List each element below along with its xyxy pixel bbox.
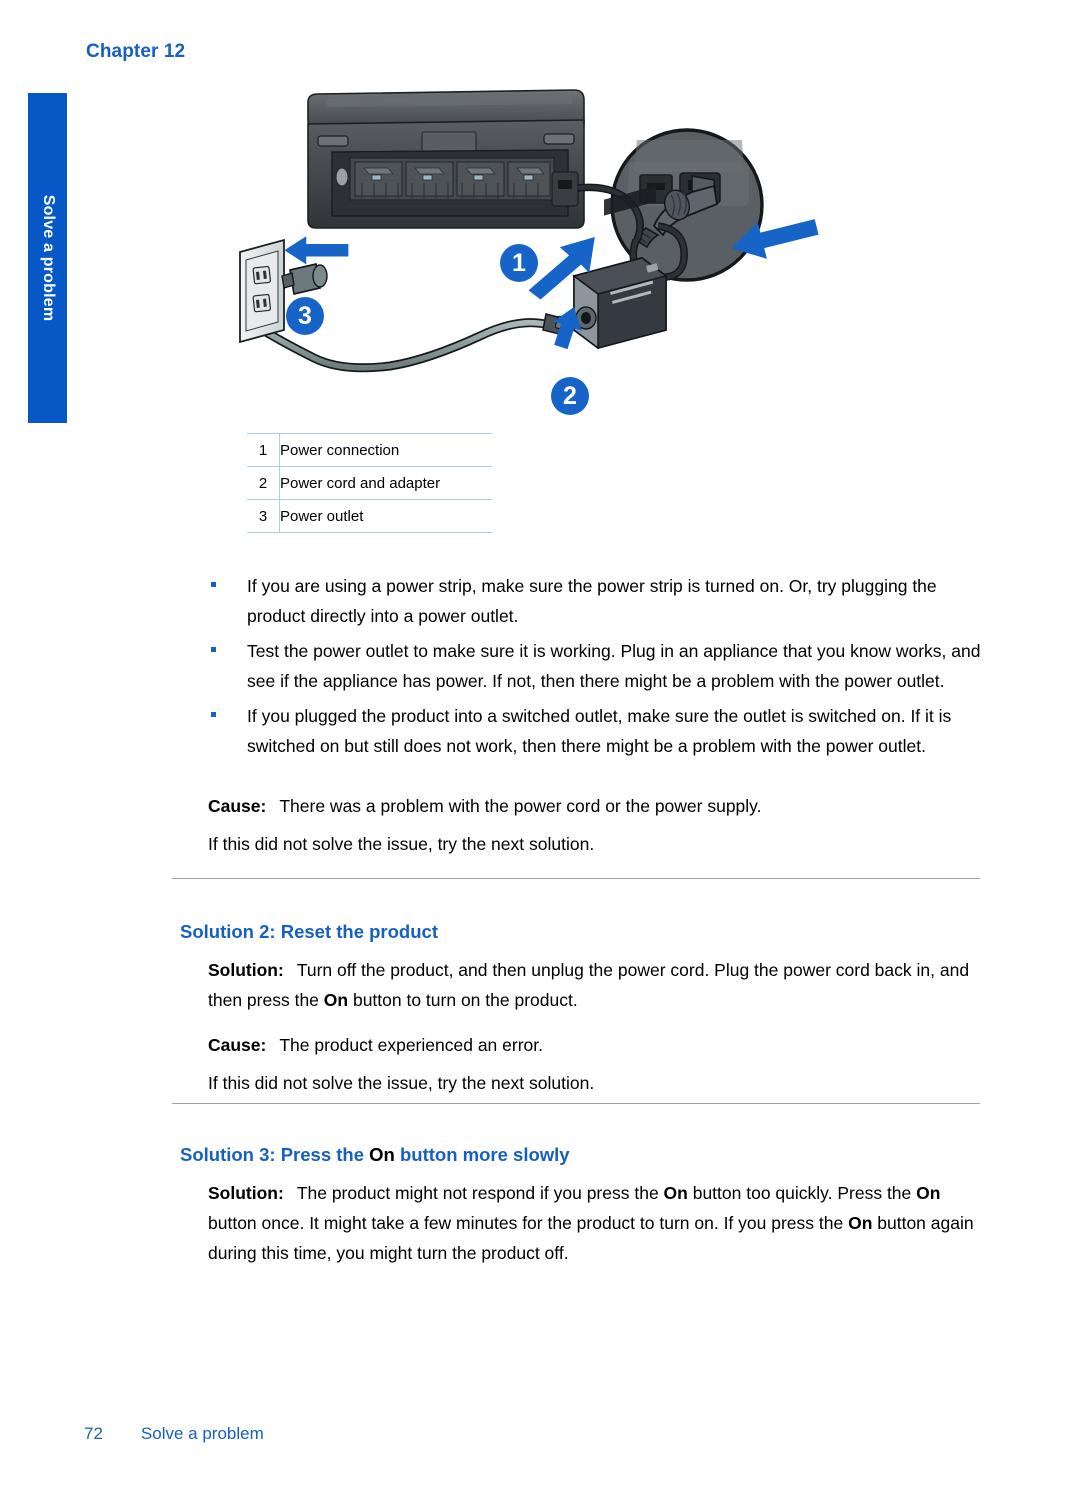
cause-text: There was a problem with the power cord … (279, 796, 762, 816)
solution-3-heading-part1: Solution 3: Press the (180, 1144, 370, 1165)
solution-3-body: Solution: The product might not respond i… (208, 1178, 993, 1268)
on-button-keyword: On (916, 1183, 941, 1203)
next-solution-text: If this did not solve the issue, try the… (208, 1073, 595, 1093)
next-solution-note-1: If this did not solve the issue, try the… (208, 829, 998, 859)
solution-label: Solution: (208, 1183, 284, 1203)
legend-label: Power outlet (279, 499, 492, 533)
solution-text-part2: button to turn on the product. (348, 990, 578, 1010)
printer-power-diagram: 1 2 3 (222, 80, 842, 425)
footer-section-label: Solve a problem (140, 1424, 264, 1443)
next-solution-note-2: If this did not solve the issue, try the… (208, 1068, 998, 1098)
bullet-icon (211, 647, 216, 652)
svg-text:3: 3 (298, 302, 312, 330)
solution-3-heading: Solution 3: Press the On button more slo… (180, 1144, 570, 1166)
svg-text:2: 2 (563, 382, 577, 410)
cause-statement-2: Cause: The product experienced an error. (208, 1030, 998, 1060)
solution-label: Solution: (208, 960, 284, 980)
solution-3-heading-part2: button more slowly (394, 1144, 570, 1165)
legend-number: 2 (247, 466, 280, 500)
on-button-keyword: On (323, 990, 349, 1010)
cause-label: Cause: (208, 796, 267, 816)
legend-number: 1 (247, 433, 280, 467)
callout-badge-2: 2 (551, 377, 589, 415)
table-row: 2 Power cord and adapter (247, 466, 492, 500)
cause-statement-1: Cause: There was a problem with the power… (208, 791, 998, 821)
svg-text:1: 1 (512, 249, 526, 277)
solution-2-body: Solution: Turn off the product, and then … (208, 955, 993, 1015)
next-solution-text: If this did not solve the issue, try the… (208, 834, 595, 854)
list-item-text: If you plugged the product into a switch… (247, 706, 952, 756)
page-title: Chapter 12 (86, 41, 186, 62)
list-item-text: If you are using a power strip, make sur… (247, 576, 937, 626)
arrow-to-outlet (284, 236, 349, 265)
cause-label: Cause: (208, 1035, 267, 1055)
solution-2-heading: Solution 2: Reset the product (180, 921, 438, 943)
solution-text-part2: button too quickly. Press the (687, 1183, 917, 1203)
troubleshooting-bullet-list: If you are using a power strip, make sur… (208, 571, 993, 766)
callout-badge-1: 1 (500, 244, 538, 282)
legend-label: Power connection (279, 433, 492, 467)
list-item: If you are using a power strip, make sur… (208, 571, 993, 631)
solution-2-heading-text: Solution 2: Reset the product (180, 921, 438, 942)
on-button-keyword: On (848, 1213, 873, 1233)
on-button-keyword: On (663, 1183, 688, 1203)
solution-text-part1: The product might not respond if you pre… (296, 1183, 664, 1203)
list-item: Test the power outlet to make sure it is… (208, 636, 993, 696)
figure-legend-table: 1 Power connection 2 Power cord and adap… (247, 433, 492, 533)
on-button-keyword: On (369, 1144, 395, 1165)
bullet-icon (211, 582, 216, 587)
section-divider-1 (172, 878, 980, 879)
bullet-icon (211, 712, 216, 717)
callout-badge-3: 3 (286, 297, 324, 335)
solution-text-part3: button once. It might take a few minutes… (208, 1213, 849, 1233)
legend-label: Power cord and adapter (279, 466, 492, 500)
side-tab-label: Solve a problem (39, 194, 57, 322)
solution-text-part1: Turn off the product, and then unplug th… (208, 960, 970, 1010)
list-item: If you plugged the product into a switch… (208, 701, 993, 761)
table-row: 3 Power outlet (247, 499, 492, 533)
page-number: 72 (84, 1424, 103, 1443)
printer-illustration (307, 89, 585, 229)
cause-text: The product experienced an error. (279, 1035, 543, 1055)
legend-number: 3 (247, 499, 280, 533)
table-row: 1 Power connection (247, 433, 492, 467)
section-divider-2 (172, 1103, 980, 1104)
document-page: Chapter 12 Solve a problem 1 2 3 1 Power… (0, 0, 1080, 1495)
page-footer: 72 Solve a problem (84, 1424, 264, 1444)
list-item-text: Test the power outlet to make sure it is… (247, 641, 981, 691)
side-tab: Solve a problem (28, 93, 67, 423)
